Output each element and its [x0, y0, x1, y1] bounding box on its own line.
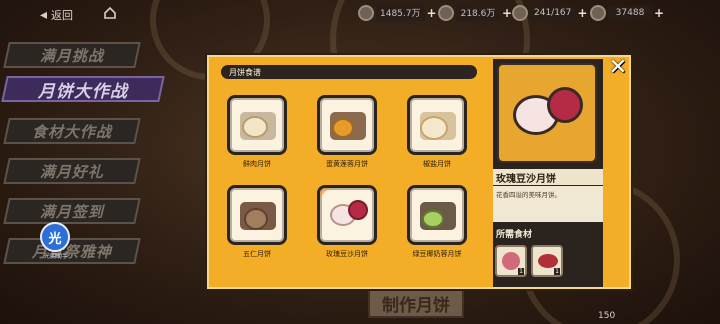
detail-description: 花香四溢的美味月饼。 [493, 186, 603, 222]
sidebar-item-gift[interactable]: 满月好礼 [3, 158, 141, 184]
mung-coconut-mooncake-icon [422, 210, 444, 228]
back-button[interactable]: ◂ 返回 [40, 6, 73, 24]
recipe-slot [407, 95, 467, 155]
make-mooncake-button[interactable]: 制作月饼 [368, 288, 464, 318]
stamina-icon [512, 4, 528, 21]
ingredient-rose-petal[interactable]: 1 [495, 245, 527, 277]
top-bar: ◂ 返回 1485.7万 + 218.6万 + 241/167 + 37488 … [0, 0, 720, 26]
mooncake-recipe-dialog: 月饼食谱 鲜肉月饼 蛋黄莲蓉月饼 椒盐月饼 五仁月饼 玫瑰豆沙月饼 绿豆椰奶蓉月… [205, 53, 633, 291]
add-stamina-button[interactable]: + [577, 6, 587, 20]
resource-stamina: 241/167 + [512, 4, 587, 21]
recipe-slot [407, 185, 467, 245]
recipe-item-rose-bean[interactable]: 玫瑰豆沙月饼 [315, 185, 379, 259]
add-gem-button[interactable]: + [427, 6, 437, 20]
salt-pepper-mooncake-icon [420, 116, 448, 140]
home-icon[interactable] [103, 6, 117, 20]
red-bean-icon [538, 254, 558, 268]
sidebar-item-ingredient-battle[interactable]: 食材大作战 [3, 118, 141, 144]
recipe-item-meat[interactable]: 鲜肉月饼 [225, 95, 289, 169]
back-label: 返回 [51, 9, 74, 22]
recipe-item-salt-pepper[interactable]: 椒盐月饼 [405, 95, 469, 169]
sidebar-item-mooncake-battle[interactable]: 月饼大作战 [1, 76, 165, 102]
meat-mooncake-icon [242, 116, 268, 138]
detail-title: 玫瑰豆沙月饼 [493, 169, 603, 185]
back-arrow-icon: ◂ [40, 7, 48, 23]
coin-icon [438, 4, 454, 21]
sidebar-item-checkin[interactable]: 满月签到 [3, 198, 141, 224]
recipe-slot [227, 95, 287, 155]
selected-mooncake-image [497, 63, 597, 163]
background-count: 150 [598, 311, 616, 321]
helper-badge[interactable]: 光 [40, 222, 70, 252]
recipe-header: 月饼食谱 [221, 65, 477, 79]
resource-gem: 1485.7万 + [358, 4, 437, 21]
recipe-slot [227, 185, 287, 245]
five-nut-mooncake-icon [244, 208, 268, 230]
ticket-icon [590, 4, 606, 21]
recipe-slot-selected [317, 185, 377, 245]
recipe-slot [317, 95, 377, 155]
add-ticket-button[interactable]: + [654, 6, 664, 20]
resource-coin: 218.6万 + [438, 4, 512, 21]
recipe-detail-panel: 玫瑰豆沙月饼 花香四溢的美味月饼。 所需食材 1 1 [493, 59, 603, 287]
close-button[interactable]: ✕ [607, 55, 629, 80]
red-bean-filling-icon [348, 200, 368, 220]
recipe-item-lotus-yolk[interactable]: 蛋黄莲蓉月饼 [315, 95, 379, 169]
lotus-yolk-mooncake-icon [332, 118, 354, 138]
sidebar-item-challenge[interactable]: 满月挑战 [3, 42, 141, 68]
red-bean-filling-large-icon [547, 87, 583, 123]
helper-label: 光明助手 [43, 253, 68, 260]
gem-icon [358, 4, 374, 21]
recipe-item-mung-coconut[interactable]: 绿豆椰奶蓉月饼 [405, 185, 469, 259]
ingredients-label: 所需食材 [493, 225, 603, 241]
recipe-item-five-nut[interactable]: 五仁月饼 [225, 185, 289, 259]
add-coin-button[interactable]: + [502, 6, 512, 20]
ingredient-red-bean[interactable]: 1 [531, 245, 563, 277]
resource-ticket: 37488 + [590, 4, 664, 21]
